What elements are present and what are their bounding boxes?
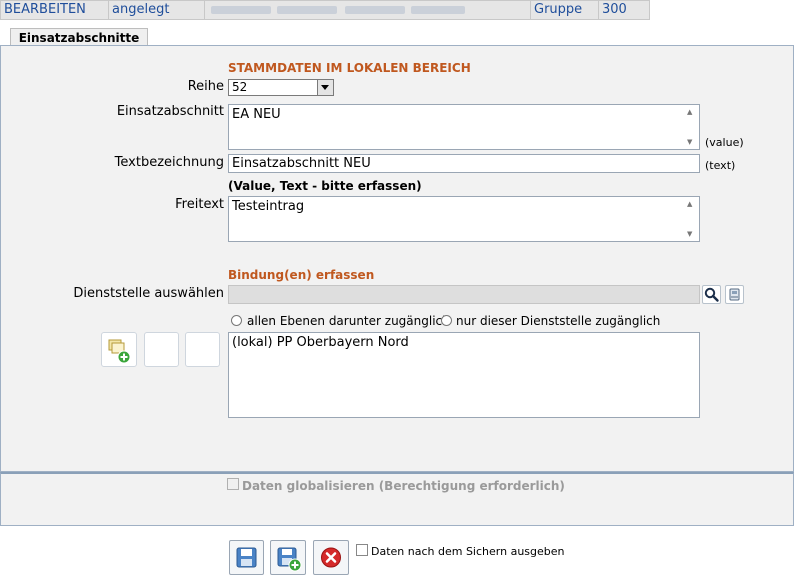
close-icon xyxy=(321,547,341,568)
tab-einsatzabschnitte[interactable]: Einsatzabschnitte xyxy=(10,28,148,46)
freitext-label: Freitext xyxy=(175,197,224,212)
group-value: 300 xyxy=(602,2,627,17)
textbezeichnung-input[interactable]: Einsatzabschnitt NEU xyxy=(228,154,700,173)
freitext-value: Testeintrag xyxy=(232,199,305,214)
save-button[interactable] xyxy=(229,540,264,575)
value-hint: (value) xyxy=(705,136,744,149)
save-new-icon xyxy=(277,547,302,572)
radio-only-this[interactable] xyxy=(441,315,452,326)
section-title: STAMMDATEN IM LOKALEN BEREICH xyxy=(228,61,471,75)
reihe-value: 52 xyxy=(232,80,248,94)
scrollbar[interactable] xyxy=(684,198,698,240)
chevron-down-icon[interactable] xyxy=(317,80,333,95)
output-after-save-checkbox[interactable] xyxy=(356,544,368,556)
list-item[interactable]: (lokal) PP Oberbayern Nord xyxy=(232,335,696,350)
globalize-label: Daten globalisieren (Berechtigung erford… xyxy=(242,479,565,493)
binding-title: Bindung(en) erfassen xyxy=(228,268,375,282)
search-button[interactable] xyxy=(702,285,721,304)
clear-selection-button[interactable] xyxy=(725,285,744,304)
redacted-text xyxy=(345,6,405,14)
empty-action-button[interactable] xyxy=(185,332,220,367)
radio-only-this-label: nur dieser Dienststelle zugänglich xyxy=(456,314,661,328)
mode-cell: BEARBEITEN xyxy=(1,1,109,19)
binding-list[interactable]: (lokal) PP Oberbayern Nord xyxy=(228,332,700,418)
einsatzabschnitt-textarea[interactable]: EA NEU xyxy=(228,104,700,150)
eraser-icon xyxy=(729,288,740,301)
add-binding-button[interactable] xyxy=(101,332,137,367)
reihe-select[interactable]: 52 xyxy=(228,79,334,96)
redacted-text xyxy=(211,6,271,14)
search-icon xyxy=(704,287,719,302)
redacted-text xyxy=(411,6,465,14)
radio-all-levels[interactable] xyxy=(231,315,242,326)
text-hint: (text) xyxy=(705,159,736,172)
globalize-checkbox xyxy=(227,478,239,490)
einsatzabschnitt-value: EA NEU xyxy=(232,107,281,122)
floppy-disk-icon xyxy=(236,547,257,568)
radio-all-levels-label: allen Ebenen darunter zugänglich xyxy=(247,314,450,328)
dienststelle-input xyxy=(228,285,700,304)
dienststelle-label: Dienststelle auswählen xyxy=(73,286,224,301)
status-cell: angelegt xyxy=(109,1,205,19)
freitext-textarea[interactable]: Testeintrag xyxy=(228,196,700,242)
einsatzabschnitt-label: Einsatzabschnitt xyxy=(116,104,224,119)
redacted-cell xyxy=(205,1,531,19)
redacted-text xyxy=(277,6,337,14)
output-after-save-label: Daten nach dem Sichern ausgeben xyxy=(371,545,565,558)
required-note: (Value, Text - bitte erfassen) xyxy=(228,179,422,193)
group-label: Gruppe xyxy=(531,1,599,19)
record-status-bar: BEARBEITEN angelegt Gruppe 300 xyxy=(0,0,650,20)
textbezeichnung-label: Textbezeichnung xyxy=(114,155,224,170)
reihe-label: Reihe xyxy=(187,79,224,94)
empty-action-button[interactable] xyxy=(144,332,179,367)
scrollbar[interactable] xyxy=(684,106,698,148)
add-document-icon xyxy=(108,339,131,364)
save-and-new-button[interactable] xyxy=(270,540,306,575)
cancel-button[interactable] xyxy=(313,540,349,575)
